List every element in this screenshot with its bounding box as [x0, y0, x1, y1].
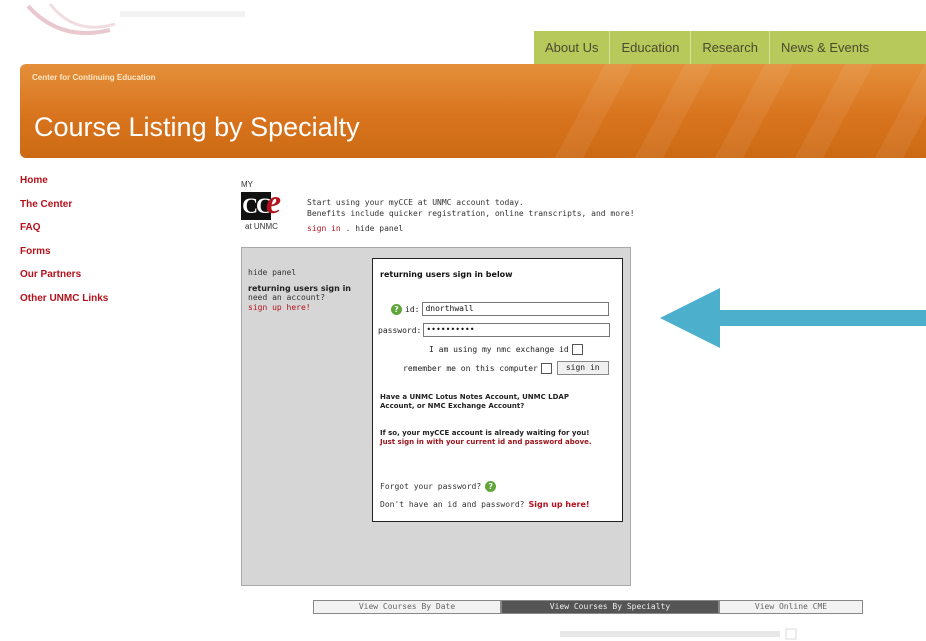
exchange-checkbox[interactable]: [571, 344, 583, 355]
side-hide-panel-link[interactable]: hide panel: [248, 268, 358, 278]
mycce-promo: Start using your myCCE at UNMC account t…: [307, 197, 635, 234]
nav-research[interactable]: Research: [691, 31, 770, 64]
login-heading: returning users sign in below: [380, 270, 513, 279]
page-banner: Center for Continuing Education Course L…: [20, 64, 926, 158]
help-icon[interactable]: ?: [391, 303, 402, 315]
lotus-info-line-1: Have a UNMC Lotus Notes Account, UNMC LD…: [380, 393, 569, 401]
top-navigation: About Us Education Research News & Event…: [534, 31, 926, 64]
bottom-view-tabs: View Courses By Date View Courses By Spe…: [313, 600, 863, 614]
promo-hide-panel-link[interactable]: hide panel: [355, 224, 403, 233]
sidebar-item-the-center[interactable]: The Center: [20, 199, 140, 223]
banner-stripe: [875, 64, 926, 158]
help-icon[interactable]: ?: [485, 481, 497, 492]
sidebar-item-home[interactable]: Home: [20, 175, 140, 199]
id-input[interactable]: dnorthwall: [422, 302, 610, 316]
id-row: ? id: dnorthwall: [391, 302, 610, 316]
id-label: id:: [405, 304, 420, 314]
unmc-logo-swoosh: [26, 3, 245, 35]
lotus-info: Have a UNMC Lotus Notes Account, UNMC LD…: [380, 393, 618, 411]
sidebar-item-other-unmc-links[interactable]: Other UNMC Links: [20, 293, 140, 317]
bottom-cut-off-content: [560, 628, 797, 640]
already-waiting-line-2: Just sign in with your current id and pa…: [380, 438, 592, 446]
nav-about-us[interactable]: About Us: [534, 31, 611, 64]
side-need-account: need an account?: [248, 293, 326, 302]
promo-line-1: Start using your myCCE at UNMC account t…: [307, 198, 524, 207]
banner-stripe: [795, 64, 873, 158]
exchange-label: I am using my nmc exchange id: [429, 345, 569, 354]
promo-links: sign in . hide panel: [307, 223, 635, 234]
exchange-row: I am using my nmc exchange id: [429, 344, 583, 355]
promo-line-2: Benefits include quicker registration, o…: [307, 209, 635, 218]
password-input[interactable]: ••••••••••: [423, 323, 611, 337]
mycce-logo-my: MY: [241, 180, 253, 189]
signin-panel: hide panel returning users sign in need …: [241, 247, 631, 586]
remember-checkbox[interactable]: [540, 362, 552, 374]
already-waiting-info: If so, your myCCE account is already wai…: [380, 429, 618, 447]
password-row: password: ••••••••••: [378, 323, 611, 337]
mycce-logo: MY CC e at UNMC: [241, 180, 311, 244]
signin-panel-side: hide panel returning users sign in need …: [248, 268, 358, 312]
tab-view-courses-by-specialty[interactable]: View Courses By Specialty: [501, 600, 719, 614]
promo-separator: .: [345, 224, 351, 233]
sidebar-item-our-partners[interactable]: Our Partners: [20, 269, 140, 293]
nav-education[interactable]: Education: [610, 31, 692, 64]
left-arrow-icon: [660, 288, 926, 348]
no-account-text: Don't have an id and password?: [380, 500, 525, 509]
forgot-row: Forgot your password? ?: [380, 481, 499, 492]
left-sidebar-nav: Home The Center FAQ Forms Our Partners O…: [20, 175, 140, 316]
no-account-row: Don't have an id and password? Sign up h…: [380, 500, 590, 509]
banner-stripe: [635, 64, 713, 158]
side-sign-up-link[interactable]: sign up here!: [248, 303, 358, 313]
remember-label: remember me on this computer: [403, 363, 538, 373]
banner-stripe: [555, 64, 633, 158]
sidebar-item-faq[interactable]: FAQ: [20, 222, 140, 246]
mycce-logo-at-unmc: at UNMC: [245, 222, 278, 231]
login-box: returning users sign in below ? id: dnor…: [372, 258, 623, 522]
tab-view-courses-by-date[interactable]: View Courses By Date: [313, 600, 501, 614]
promo-sign-in-link[interactable]: sign in: [307, 224, 341, 233]
tab-view-online-cme[interactable]: View Online CME: [719, 600, 863, 614]
nav-news-events[interactable]: News & Events: [770, 31, 880, 64]
already-waiting-line-1: If so, your myCCE account is already wai…: [380, 429, 590, 437]
sidebar-item-forms[interactable]: Forms: [20, 246, 140, 270]
sign-up-here-link[interactable]: Sign up here!: [529, 500, 590, 509]
password-label: password:: [378, 325, 422, 335]
sign-in-button[interactable]: sign in: [556, 361, 609, 375]
banner-stripe: [715, 64, 793, 158]
page-title: Course Listing by Specialty: [34, 112, 360, 142]
side-returning-users: returning users sign in: [248, 283, 352, 293]
mycce-logo-e: e: [266, 184, 282, 221]
remember-row: remember me on this computer sign in: [403, 361, 609, 375]
forgot-password-link[interactable]: Forgot your password?: [380, 482, 481, 491]
banner-subtitle[interactable]: Center for Continuing Education: [32, 73, 156, 82]
lotus-info-line-2: Account, or NMC Exchange Account?: [380, 402, 525, 410]
